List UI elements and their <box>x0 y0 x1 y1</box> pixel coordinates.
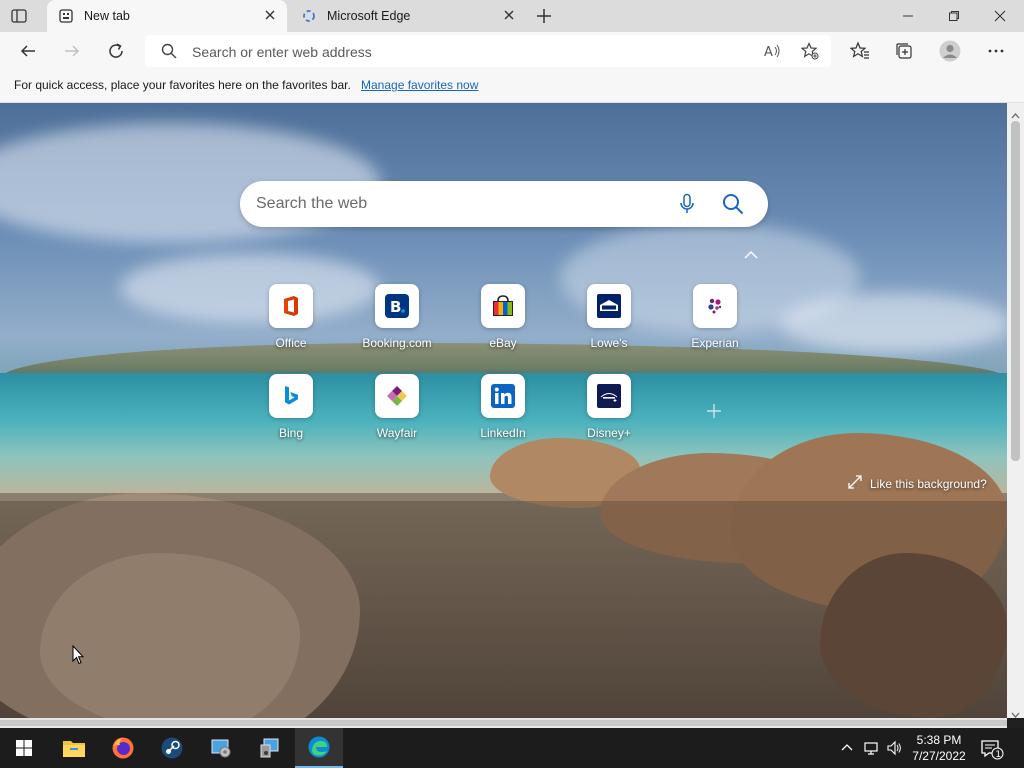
profile-avatar-icon[interactable] <box>939 40 961 62</box>
windows-taskbar: 5:38 PM 7/27/2022 1 <box>0 728 1024 768</box>
ebay-icon <box>481 284 525 328</box>
more-menu-icon[interactable] <box>985 40 1007 62</box>
close-window-icon[interactable] <box>977 0 1023 32</box>
web-search-box[interactable]: Search the web <box>240 181 768 227</box>
quick-link-label: Booking.com <box>362 336 432 350</box>
close-tab-icon[interactable] <box>263 8 277 22</box>
booking-icon: B <box>375 284 419 328</box>
edge-taskbar-icon[interactable] <box>295 728 343 768</box>
tab-title: New tab <box>84 9 130 23</box>
experian-icon <box>693 284 737 328</box>
wayfair-icon <box>375 374 419 418</box>
favorites-icon[interactable] <box>849 40 871 62</box>
scroll-up-arrow-icon[interactable] <box>1011 107 1020 119</box>
quick-link-wayfair[interactable]: Wayfair <box>352 374 442 454</box>
quick-link-label: Bing <box>278 426 304 440</box>
steam-icon[interactable] <box>148 728 196 768</box>
quick-link-label: Experian <box>691 336 739 350</box>
volume-icon[interactable] <box>886 740 902 756</box>
bing-icon <box>269 374 313 418</box>
scrollbar-thumb[interactable] <box>1011 121 1020 461</box>
mouse-pointer-icon <box>72 644 85 665</box>
add-quick-link-plus-icon[interactable] <box>704 401 724 421</box>
quick-link-linkedin[interactable]: LinkedIn <box>458 374 548 454</box>
tab-title: Microsoft Edge <box>327 9 411 23</box>
collapse-chevron-up-icon[interactable] <box>743 247 759 259</box>
quick-link-disney-plus[interactable]: Disney+ <box>564 374 654 454</box>
back-arrow-icon[interactable] <box>17 40 39 62</box>
system-clock[interactable]: 5:38 PM 7/27/2022 <box>903 732 975 764</box>
svg-text:A: A <box>764 45 773 60</box>
quick-link-experian[interactable]: Experian <box>670 284 760 364</box>
clock-time: 5:38 PM <box>916 733 962 747</box>
lowes-icon <box>587 284 631 328</box>
background-shade <box>0 501 1007 718</box>
expand-diagonal-icon <box>848 475 862 492</box>
new-tab-page: Search the web Office B Booking.com eBay… <box>0 103 1007 718</box>
vertical-scrollbar[interactable] <box>1007 103 1024 718</box>
favorites-bar-message: For quick access, place your favorites h… <box>14 78 351 92</box>
horizontal-scrollbar[interactable] <box>0 718 1007 728</box>
like-background-button[interactable]: Like this background? <box>848 475 987 492</box>
quick-link-bing[interactable]: Bing <box>246 374 336 454</box>
quick-link-label: Disney+ <box>587 426 631 440</box>
quick-link-ebay[interactable]: eBay <box>458 284 548 364</box>
svg-text:B: B <box>390 298 401 316</box>
system-settings-icon[interactable] <box>246 728 294 768</box>
microphone-icon[interactable] <box>678 193 696 215</box>
quick-link-label: Wayfair <box>376 426 418 440</box>
tab-strip: New tab Microsoft Edge <box>0 0 1024 32</box>
background-cloud <box>780 293 1007 353</box>
restore-icon[interactable] <box>931 0 977 32</box>
refresh-icon[interactable] <box>105 40 127 62</box>
tab-actions-icon[interactable] <box>10 7 28 25</box>
manage-favorites-link[interactable]: Manage favorites now <box>361 78 478 92</box>
favorites-bar: For quick access, place your favorites h… <box>0 70 1024 103</box>
close-tab-icon[interactable] <box>502 8 516 22</box>
web-search-placeholder: Search the web <box>256 195 368 212</box>
tab-new-tab[interactable]: New tab <box>47 0 287 32</box>
scrollbar-thumb[interactable] <box>0 720 1007 726</box>
quick-link-label: LinkedIn <box>480 426 526 440</box>
notification-count: 1 <box>995 750 1001 760</box>
firefox-icon[interactable] <box>99 728 147 768</box>
collections-icon[interactable] <box>893 40 915 62</box>
new-tab-favicon-icon <box>59 9 73 23</box>
office-icon <box>269 284 313 328</box>
quick-link-lowes[interactable]: Lowe's <box>564 284 654 364</box>
loading-spinner-icon <box>302 9 316 23</box>
quick-link-label: Lowe's <box>590 336 628 350</box>
show-hidden-icons-chevron-icon[interactable] <box>839 740 855 756</box>
quick-link-booking[interactable]: B Booking.com <box>352 284 442 364</box>
control-panel-icon[interactable] <box>197 728 245 768</box>
start-windows-icon[interactable] <box>0 728 48 768</box>
quick-link-label: eBay <box>489 336 517 350</box>
notification-center-icon[interactable]: 1 <box>980 738 1004 760</box>
forward-arrow-icon[interactable] <box>61 40 83 62</box>
clock-date: 7/27/2022 <box>912 749 966 763</box>
read-aloud-icon[interactable]: A <box>763 42 781 60</box>
address-placeholder: Search or enter web address <box>192 44 372 60</box>
minimize-icon[interactable] <box>885 0 931 32</box>
disney-plus-icon <box>587 374 631 418</box>
like-background-label: Like this background? <box>870 476 987 491</box>
scroll-down-arrow-icon[interactable] <box>1011 706 1020 718</box>
tab-microsoft-edge[interactable]: Microsoft Edge <box>290 0 526 32</box>
add-favorite-icon[interactable] <box>800 42 819 60</box>
linkedin-icon <box>481 374 525 418</box>
address-bar[interactable]: Search or enter web address A <box>145 35 831 67</box>
quick-link-label: Office <box>275 336 307 350</box>
search-submit-icon[interactable] <box>722 193 744 215</box>
network-icon[interactable] <box>863 740 879 756</box>
search-icon <box>161 43 177 59</box>
browser-toolbar: Search or enter web address A <box>0 32 1024 70</box>
file-explorer-icon[interactable] <box>50 728 98 768</box>
quick-link-office[interactable]: Office <box>246 284 336 364</box>
new-tab-plus-icon[interactable] <box>535 7 553 25</box>
